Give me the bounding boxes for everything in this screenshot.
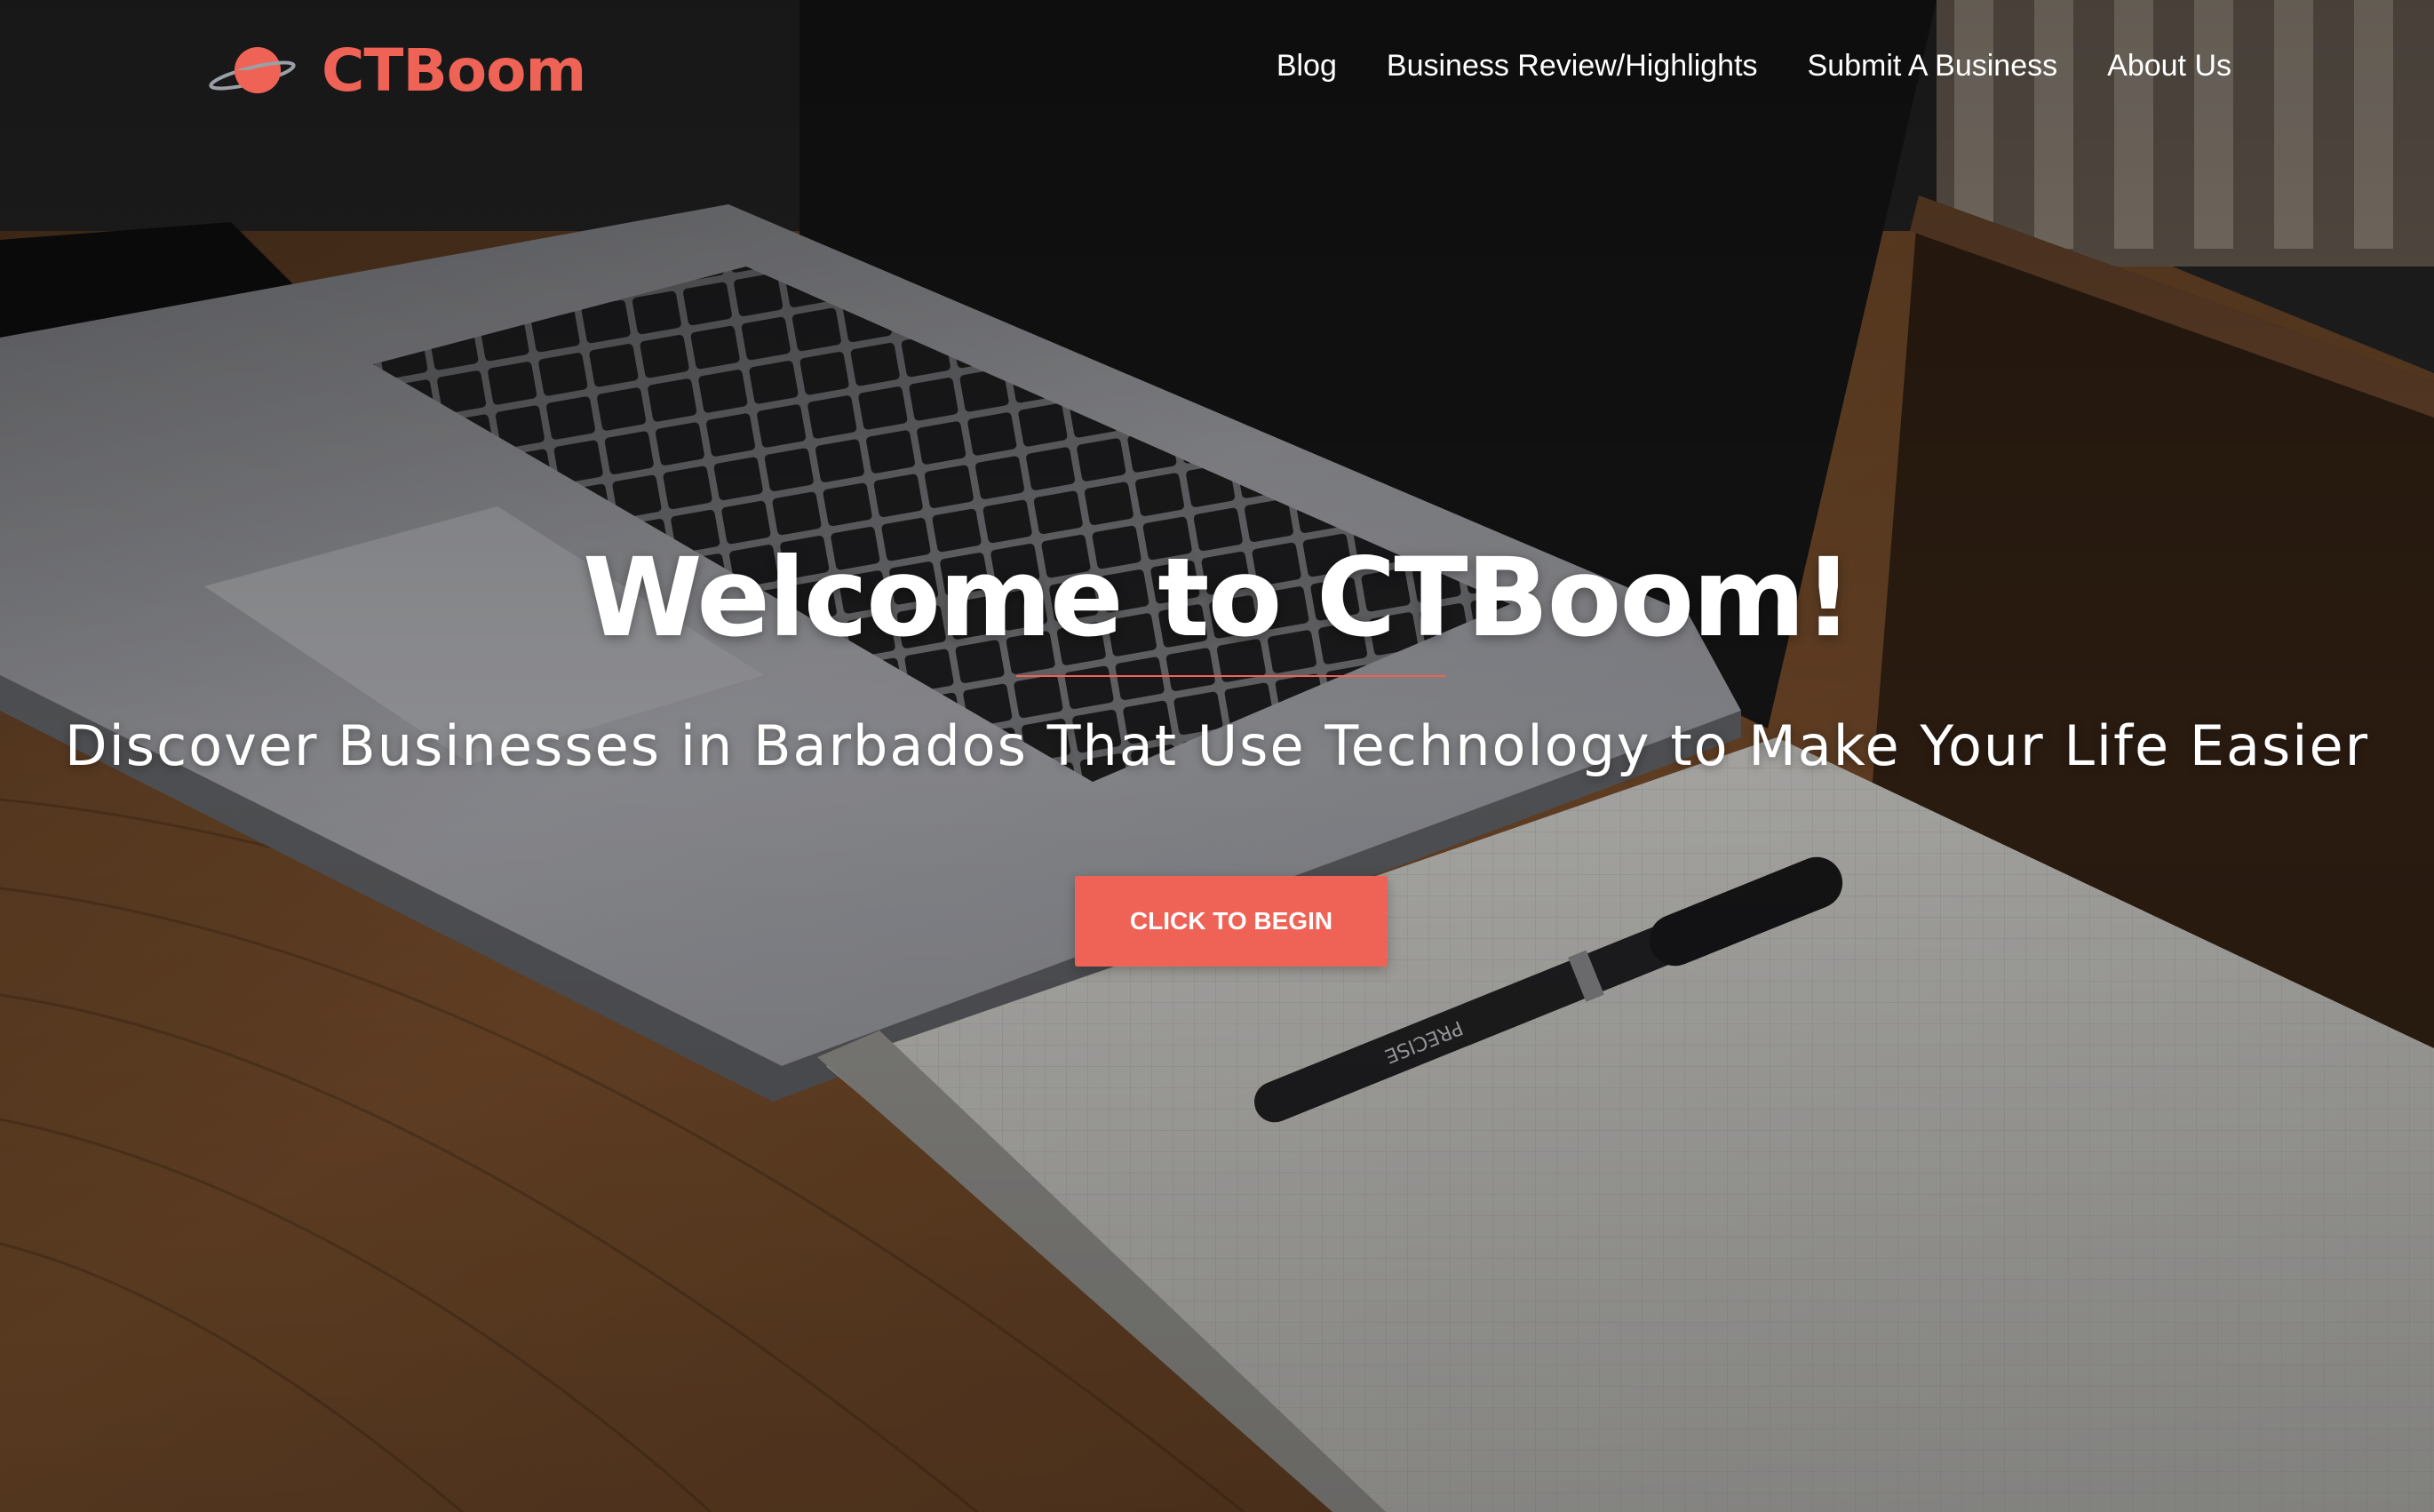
nav-item-submit-a-business[interactable]: Submit A Business	[1808, 46, 2058, 85]
nav-item-business-review-highlights[interactable]: Business Review/Highlights	[1387, 46, 1758, 85]
page: PRECISE CTBoom Blog Business Review/High…	[0, 0, 2434, 1512]
brand-name: CTBoom	[322, 36, 586, 105]
planet-icon	[209, 47, 296, 93]
brand-logo-link[interactable]: CTBoom	[208, 30, 586, 110]
main-nav: Blog Business Review/Highlights Submit A…	[1277, 46, 2231, 85]
nav-item-blog[interactable]: Blog	[1277, 46, 1337, 85]
click-to-begin-button[interactable]: CLICK TO BEGIN	[1075, 876, 1388, 967]
nav-item-about-us[interactable]: About Us	[2107, 46, 2231, 85]
hero-title: Welcome to CTBoom!	[583, 535, 1853, 661]
hero-subtitle: Discover Businesses in Barbados That Use…	[64, 713, 2370, 778]
hero-divider	[1016, 675, 1446, 677]
